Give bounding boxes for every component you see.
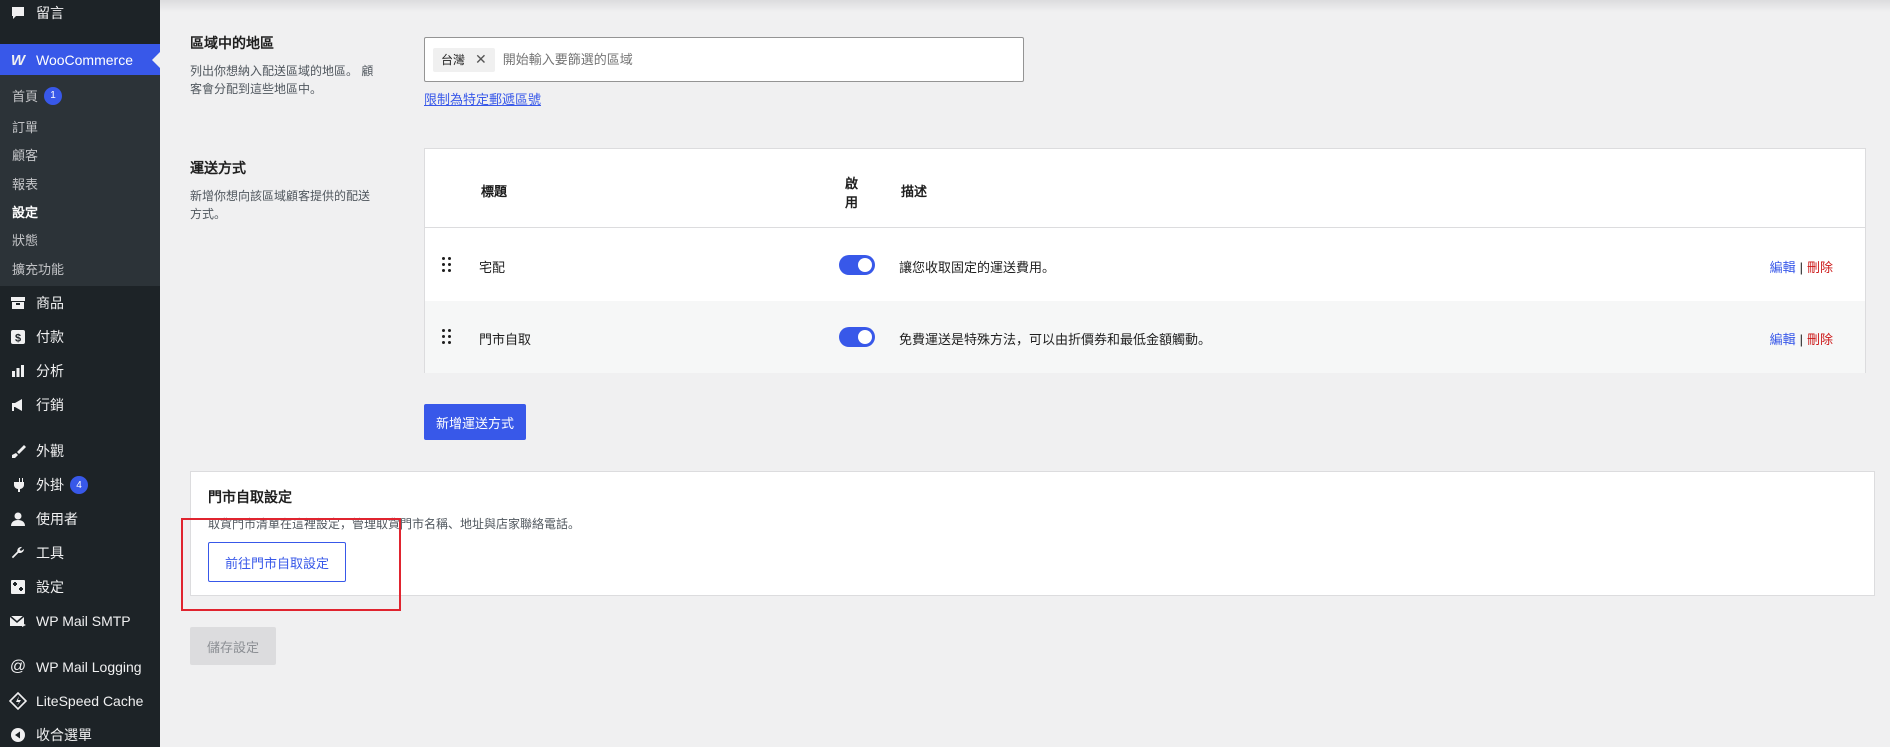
top-shadow bbox=[160, 0, 1890, 12]
admin-sidebar: 留言 W WooCommerce 首頁 1 訂單 顧客 報表 設定 狀態 擴充功… bbox=[0, 0, 160, 747]
user-icon bbox=[0, 511, 36, 527]
litespeed-icon bbox=[0, 692, 36, 710]
menu-item-users[interactable]: 使用者 bbox=[0, 503, 160, 535]
enabled-toggle[interactable] bbox=[839, 327, 875, 347]
edit-link[interactable]: 編輯 bbox=[1770, 332, 1796, 347]
home-count-badge: 1 bbox=[44, 86, 63, 105]
column-enabled-line1: 啟 bbox=[845, 176, 859, 191]
remove-tag-icon[interactable]: ✕ bbox=[475, 51, 487, 68]
svg-text:$: $ bbox=[15, 333, 21, 345]
row-actions: 編輯 | 刪除 bbox=[1770, 329, 1833, 348]
submenu-item-status[interactable]: 狀態 bbox=[12, 230, 38, 249]
zone-regions-title: 區域中的地區 bbox=[190, 35, 274, 51]
menu-item-litespeed-cache[interactable]: LiteSpeed Cache bbox=[0, 685, 160, 717]
region-select-field[interactable]: 台灣 ✕ bbox=[424, 37, 1024, 82]
menu-item-comments[interactable]: 留言 bbox=[0, 0, 160, 29]
menu-item-payments[interactable]: $ 付款 bbox=[0, 321, 160, 353]
menu-item-wp-mail-smtp[interactable]: WP Mail SMTP bbox=[0, 605, 160, 637]
mail-icon bbox=[0, 613, 36, 629]
toggle-knob bbox=[858, 258, 872, 272]
column-enabled-line2: 用 bbox=[845, 195, 859, 210]
submenu-item-settings[interactable]: 設定 bbox=[12, 202, 38, 221]
submenu-item-customers[interactable]: 顧客 bbox=[12, 145, 38, 164]
drag-handle-icon[interactable] bbox=[441, 257, 453, 273]
menu-item-appearance[interactable]: 外觀 bbox=[0, 435, 160, 467]
drag-handle-icon[interactable] bbox=[441, 329, 453, 345]
go-to-pickup-settings-button[interactable]: 前往門市自取設定 bbox=[208, 542, 346, 582]
save-settings-button[interactable]: 儲存設定 bbox=[190, 627, 276, 665]
shipping-methods-description: 新增你想向該區域顧客提供的配送方式。 bbox=[190, 189, 371, 221]
submenu-item-extensions[interactable]: 擴充功能 bbox=[12, 259, 64, 278]
delete-link[interactable]: 刪除 bbox=[1807, 332, 1833, 347]
method-description: 免費運送是特殊方法，可以由折價券和最低金額觸動。 bbox=[899, 332, 1212, 347]
woo-logo-icon: W bbox=[10, 51, 26, 69]
zone-regions-description: 列出你想納入配送區域的地區。 顧客會分配到這些地區中。 bbox=[190, 64, 374, 96]
submenu-item-home[interactable]: 首頁 1 bbox=[12, 86, 63, 105]
limit-postcodes-link[interactable]: 限制為特定郵遞區號 bbox=[424, 89, 541, 108]
column-description: 描述 bbox=[901, 184, 928, 199]
toggle-knob bbox=[858, 330, 872, 344]
menu-item-settings[interactable]: 設定 bbox=[0, 571, 160, 603]
pickup-settings-description: 取貨門市清單在這裡設定，管理取貨門市名稱、地址與店家聯絡電話。 bbox=[208, 517, 581, 531]
enabled-toggle[interactable] bbox=[839, 255, 875, 275]
menu-item-products[interactable]: 商品 bbox=[0, 287, 160, 319]
submenu-item-orders[interactable]: 訂單 bbox=[12, 117, 38, 136]
plugins-count-badge: 4 bbox=[70, 476, 88, 494]
collapse-icon bbox=[0, 727, 36, 743]
method-description: 讓您收取固定的運送費用。 bbox=[899, 260, 1056, 275]
brush-icon bbox=[0, 443, 36, 459]
pickup-settings-panel: 門市自取設定 取貨門市清單在這裡設定，管理取貨門市名稱、地址與店家聯絡電話。 前… bbox=[190, 471, 1875, 596]
woocommerce-submenu: 首頁 1 訂單 顧客 報表 設定 狀態 擴充功能 bbox=[0, 75, 160, 286]
megaphone-icon bbox=[0, 397, 36, 413]
collapse-menu-button[interactable]: 收合選單 bbox=[0, 719, 160, 747]
shipping-methods-table: 標題 啟 用 描述 宅配 讓您收取固定的運送費用。 編輯 | 刪除 門市自取 免費運… bbox=[424, 148, 1866, 373]
menu-item-marketing[interactable]: 行銷 bbox=[0, 389, 160, 421]
delete-link[interactable]: 刪除 bbox=[1807, 260, 1833, 275]
archive-icon bbox=[0, 295, 36, 311]
region-tag: 台灣 ✕ bbox=[433, 47, 495, 72]
region-tag-label: 台灣 bbox=[441, 53, 466, 67]
table-header: 標題 啟 用 描述 bbox=[425, 149, 1865, 228]
settings-icon bbox=[0, 579, 36, 595]
at-icon: @ bbox=[9, 658, 27, 675]
submenu-item-reports[interactable]: 報表 bbox=[12, 174, 38, 193]
column-title: 標題 bbox=[481, 184, 508, 199]
action-separator: | bbox=[1799, 332, 1803, 347]
pickup-settings-title: 門市自取設定 bbox=[208, 489, 292, 505]
region-search-input[interactable] bbox=[502, 52, 903, 67]
wrench-icon bbox=[0, 545, 36, 561]
shipping-methods-title: 運送方式 bbox=[190, 160, 246, 176]
edit-link[interactable]: 編輯 bbox=[1770, 260, 1796, 275]
comment-icon bbox=[0, 5, 36, 21]
menu-item-analytics[interactable]: 分析 bbox=[0, 355, 160, 387]
method-title: 門市自取 bbox=[479, 332, 532, 347]
dollar-icon: $ bbox=[0, 329, 36, 345]
add-shipping-method-button[interactable]: 新增運送方式 bbox=[424, 404, 526, 440]
plugin-icon bbox=[0, 477, 36, 493]
table-row: 宅配 讓您收取固定的運送費用。 編輯 | 刪除 bbox=[425, 229, 1865, 301]
method-title: 宅配 bbox=[479, 260, 506, 275]
menu-item-woocommerce[interactable]: W WooCommerce bbox=[0, 44, 160, 76]
action-separator: | bbox=[1799, 260, 1803, 275]
chart-icon bbox=[0, 363, 36, 379]
table-row: 門市自取 免費運送是特殊方法，可以由折價券和最低金額觸動。 編輯 | 刪除 bbox=[425, 301, 1865, 373]
menu-item-tools[interactable]: 工具 bbox=[0, 537, 160, 569]
menu-item-wp-mail-logging[interactable]: @ WP Mail Logging bbox=[0, 651, 160, 683]
menu-item-plugins[interactable]: 外掛 4 bbox=[0, 469, 160, 501]
row-actions: 編輯 | 刪除 bbox=[1770, 257, 1833, 276]
